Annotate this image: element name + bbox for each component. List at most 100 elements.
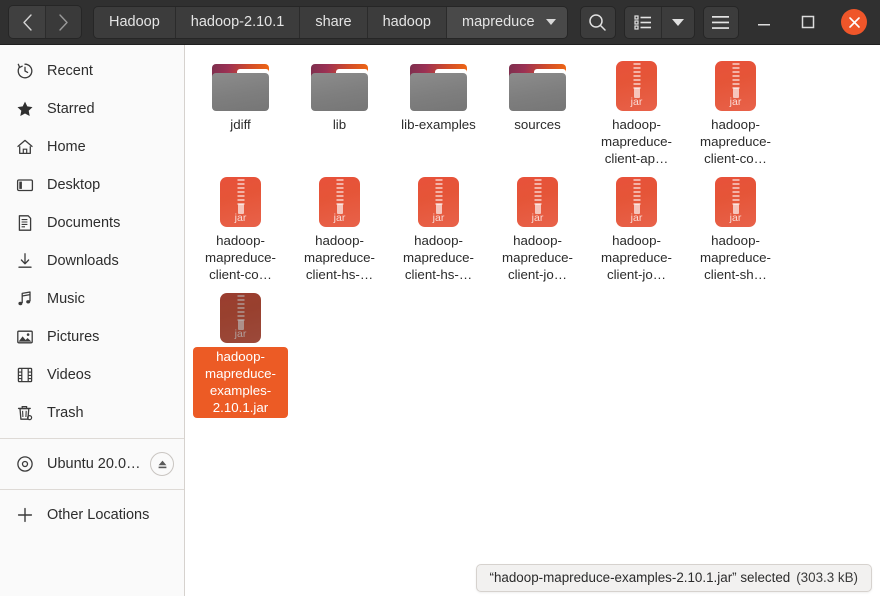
jar-file-icon: jar: [715, 57, 756, 111]
document-icon: [14, 212, 36, 234]
clock-icon: [14, 60, 36, 82]
breadcrumb-label: hadoop-2.10.1: [190, 14, 285, 30]
view-options-dropdown[interactable]: [660, 6, 694, 38]
status-bar: “hadoop-mapreduce-examples-2.10.1.jar” s…: [475, 564, 872, 592]
sidebar-item-recent[interactable]: Recent: [0, 52, 184, 90]
sidebar-item-ubuntu-volume[interactable]: Ubuntu 20.0…: [0, 445, 184, 483]
file-item[interactable]: lib: [290, 57, 389, 169]
sidebar-item-label: Home: [47, 139, 86, 155]
film-icon: [14, 364, 36, 386]
file-label: hadoop-mapreduce-client-co…: [700, 117, 771, 166]
navigation-button-group: [8, 5, 82, 39]
eject-button[interactable]: [150, 452, 174, 476]
sidebar-item-label: Other Locations: [47, 507, 150, 523]
breadcrumb-item-hadoop-2101[interactable]: hadoop-2.10.1: [175, 6, 301, 38]
file-label: lib: [332, 117, 347, 132]
breadcrumb: Hadoop hadoop-2.10.1 share hadoop mapred…: [93, 5, 568, 39]
jar-icon-label: jar: [531, 212, 544, 224]
file-grid: jdiff lib lib-examples sources jar hadoo…: [185, 45, 880, 418]
breadcrumb-item-mapreduce[interactable]: mapreduce: [447, 6, 567, 38]
breadcrumb-item-hadoop-root[interactable]: Hadoop: [94, 6, 176, 38]
header-bar: Hadoop hadoop-2.10.1 share hadoop mapred…: [0, 0, 880, 45]
status-text: “hadoop-mapreduce-examples-2.10.1.jar” s…: [489, 570, 791, 585]
close-button[interactable]: [841, 9, 867, 35]
search-button[interactable]: [579, 5, 616, 39]
jar-icon-label: jar: [234, 328, 247, 340]
chevron-down-icon: [671, 18, 684, 26]
folder-icon: [311, 57, 368, 111]
jar-icon-label: jar: [630, 212, 643, 224]
file-item[interactable]: jdiff: [191, 57, 290, 169]
file-item[interactable]: jar hadoop-mapreduce-client-jo…: [587, 173, 686, 285]
file-list-view[interactable]: jdiff lib lib-examples sources jar hadoo…: [185, 45, 880, 596]
minimize-button[interactable]: [753, 11, 775, 33]
file-item-selected[interactable]: jar hadoop-mapreduce-examples-2.10.1.jar: [191, 289, 290, 418]
file-item[interactable]: jar hadoop-mapreduce-client-co…: [191, 173, 290, 285]
file-item[interactable]: jar hadoop-mapreduce-client-hs-…: [389, 173, 488, 285]
sidebar-item-other-locations[interactable]: Other Locations: [0, 496, 184, 534]
jar-file-icon: jar: [220, 289, 261, 343]
disc-icon: [14, 453, 36, 475]
jar-icon-label: jar: [729, 96, 742, 108]
sidebar-item-label: Starred: [47, 101, 95, 117]
file-item[interactable]: jar hadoop-mapreduce-client-sh…: [686, 173, 785, 285]
jar-icon-label: jar: [234, 212, 247, 224]
window-controls: [753, 9, 872, 35]
sidebar-item-label: Trash: [47, 405, 84, 421]
sidebar-item-home[interactable]: Home: [0, 128, 184, 166]
file-item[interactable]: jar hadoop-mapreduce-client-hs-…: [290, 173, 389, 285]
jar-icon-label: jar: [432, 212, 445, 224]
file-item[interactable]: jar hadoop-mapreduce-client-jo…: [488, 173, 587, 285]
breadcrumb-item-share[interactable]: share: [300, 6, 368, 38]
folder-icon: [212, 57, 269, 111]
file-label: lib-examples: [401, 117, 476, 132]
sidebar-item-desktop[interactable]: Desktop: [0, 166, 184, 204]
list-view-button[interactable]: [624, 6, 661, 38]
jar-icon-label: jar: [333, 212, 346, 224]
jar-icon-label: jar: [630, 96, 643, 108]
sidebar-item-videos[interactable]: Videos: [0, 356, 184, 394]
star-icon: [14, 98, 36, 120]
sidebar-item-pictures[interactable]: Pictures: [0, 318, 184, 356]
sidebar-item-downloads[interactable]: Downloads: [0, 242, 184, 280]
folder-icon: [509, 57, 566, 111]
sidebar-item-label: Desktop: [47, 177, 101, 193]
sidebar-item-starred[interactable]: Starred: [0, 90, 184, 128]
file-item[interactable]: jar hadoop-mapreduce-client-ap…: [587, 57, 686, 169]
picture-icon: [14, 326, 36, 348]
sidebar-item-trash[interactable]: Trash: [0, 394, 184, 432]
list-view-icon: [633, 15, 651, 30]
sidebar-item-label: Videos: [47, 367, 92, 383]
file-label: hadoop-mapreduce-client-sh…: [700, 233, 771, 282]
sidebar: Recent Starred Home Desktop Documents Do…: [0, 45, 185, 596]
sidebar-item-label: Documents: [47, 215, 121, 231]
sidebar-item-documents[interactable]: Documents: [0, 204, 184, 242]
window-body: Recent Starred Home Desktop Documents Do…: [0, 45, 880, 596]
jar-file-icon: jar: [616, 173, 657, 227]
forward-button[interactable]: [45, 6, 81, 38]
file-label: hadoop-mapreduce-client-jo…: [601, 233, 672, 282]
home-icon: [14, 136, 36, 158]
sidebar-item-music[interactable]: Music: [0, 280, 184, 318]
minimize-icon: [758, 24, 770, 26]
back-button[interactable]: [9, 6, 45, 38]
file-item[interactable]: jar hadoop-mapreduce-client-co…: [686, 57, 785, 169]
jar-file-icon: jar: [418, 173, 459, 227]
breadcrumb-label: hadoop: [382, 14, 431, 30]
breadcrumb-item-hadoop[interactable]: hadoop: [367, 6, 447, 38]
search-icon: [589, 13, 606, 31]
file-item[interactable]: lib-examples: [389, 57, 488, 169]
eject-icon: [158, 460, 166, 468]
jar-icon-label: jar: [729, 212, 742, 224]
file-item[interactable]: sources: [488, 57, 587, 169]
jar-file-icon: jar: [319, 173, 360, 227]
file-label: hadoop-mapreduce-client-co…: [205, 233, 276, 282]
trash-icon: [14, 402, 36, 424]
desktop-icon: [14, 174, 36, 196]
maximize-button[interactable]: [797, 11, 819, 33]
chevron-down-icon: [545, 19, 556, 25]
main-menu-button[interactable]: [702, 5, 739, 39]
sidebar-item-label: Recent: [47, 63, 93, 79]
maximize-icon: [801, 15, 815, 29]
sidebar-item-label: Ubuntu 20.0…: [47, 456, 141, 472]
